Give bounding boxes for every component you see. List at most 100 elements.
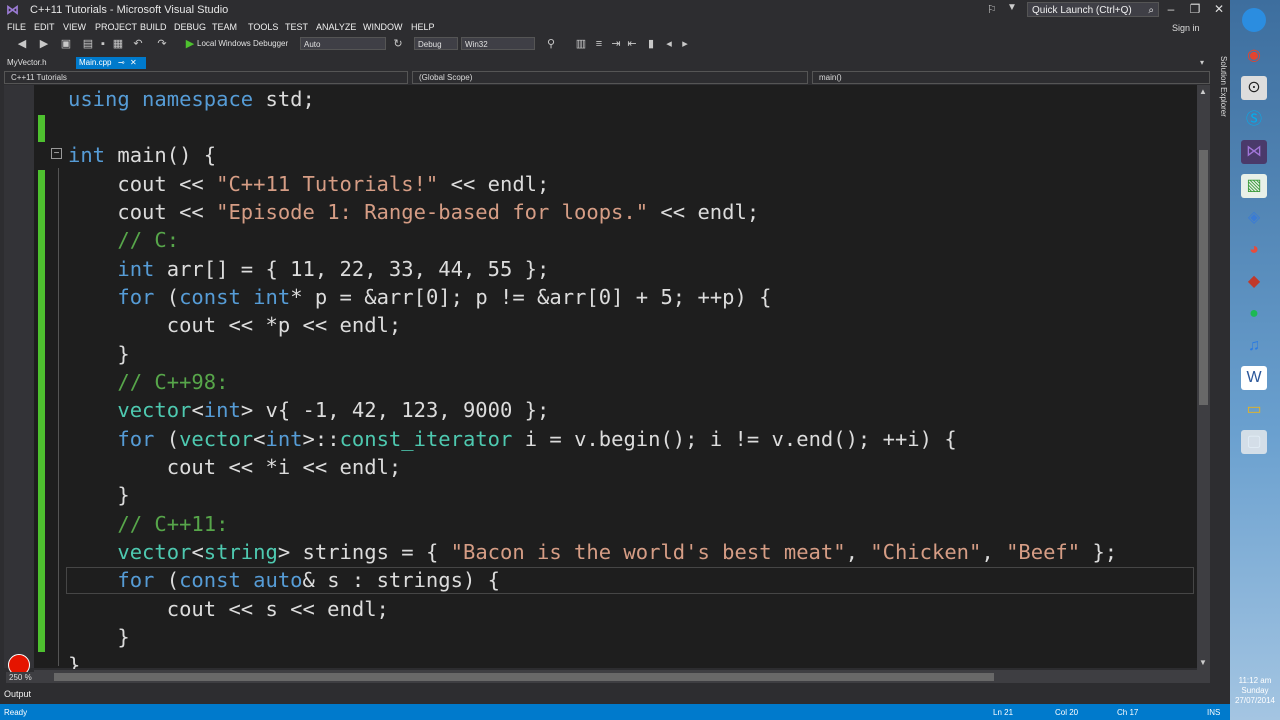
code-line[interactable]: cout << "Episode 1: Range-based for loop… bbox=[68, 198, 759, 226]
tab-myvector[interactable]: MyVector.h bbox=[4, 57, 50, 69]
image-viewer-icon[interactable]: ▧ bbox=[1241, 174, 1267, 198]
steam-icon[interactable]: ⊙ bbox=[1241, 76, 1267, 100]
skype-icon[interactable]: Ⓢ bbox=[1241, 108, 1267, 132]
quick-launch-input[interactable]: Quick Launch (Ctrl+Q) ⌕ bbox=[1027, 2, 1159, 17]
code-line[interactable]: for (vector<int>::const_iterator i = v.b… bbox=[68, 425, 956, 453]
layout-icon[interactable]: ▥ bbox=[575, 38, 587, 50]
menu-project[interactable]: PROJECT bbox=[95, 22, 137, 32]
clock-day: Sunday bbox=[1241, 686, 1269, 695]
clock-date: 27/07/2014 bbox=[1234, 696, 1276, 705]
scroll-up-icon[interactable]: ▲ bbox=[1199, 87, 1207, 96]
keyword: for bbox=[117, 427, 155, 451]
bookmark-icon[interactable]: ▮ bbox=[645, 38, 657, 50]
run-label[interactable]: Local Windows Debugger bbox=[197, 39, 288, 48]
menu-window[interactable]: WINDOW bbox=[363, 22, 403, 32]
output-tab-label[interactable]: Output bbox=[4, 689, 31, 699]
code-line[interactable]: } bbox=[68, 340, 129, 368]
function-nav-combo[interactable]: main() bbox=[812, 71, 1210, 84]
sign-in-link[interactable]: Sign in bbox=[1172, 23, 1200, 33]
code-line[interactable]: for (const int* p = &arr[0]; p != &arr[0… bbox=[68, 283, 771, 311]
close-button[interactable]: ✕ bbox=[1210, 2, 1228, 17]
horizontal-scroll-thumb[interactable] bbox=[54, 673, 994, 681]
outline-guide bbox=[58, 168, 59, 666]
game-icon[interactable]: ◆ bbox=[1241, 270, 1267, 294]
refresh-icon[interactable]: ↻ bbox=[392, 38, 404, 50]
scroll-down-icon[interactable]: ▼ bbox=[1199, 658, 1207, 667]
indent-icon[interactable]: ⇥ bbox=[610, 38, 622, 50]
new-project-icon[interactable]: ▣ bbox=[60, 38, 72, 50]
code-line[interactable]: } bbox=[68, 623, 129, 651]
start-debugging-icon[interactable]: ▶ bbox=[184, 38, 196, 50]
vertical-scroll-thumb[interactable] bbox=[1199, 150, 1208, 405]
menu-tools[interactable]: TOOLS bbox=[248, 22, 278, 32]
minimize-button[interactable]: – bbox=[1162, 2, 1180, 17]
code-line[interactable]: // C++11: bbox=[68, 510, 228, 538]
find-icon[interactable]: ⚲ bbox=[545, 38, 557, 50]
code-line[interactable]: // C++98: bbox=[68, 368, 228, 396]
taskbar-clock[interactable]: 11:12 am Sunday 27/07/2014 bbox=[1232, 676, 1278, 706]
code-line[interactable]: } bbox=[68, 651, 80, 669]
code-line[interactable]: } bbox=[68, 481, 129, 509]
word-icon[interactable]: W bbox=[1241, 366, 1267, 390]
code-line[interactable]: using namespace std; bbox=[68, 85, 315, 113]
redo-icon[interactable]: ↷ bbox=[156, 38, 168, 50]
visual-studio-icon[interactable]: ⋈ bbox=[1241, 140, 1267, 164]
menu-view[interactable]: VIEW bbox=[63, 22, 86, 32]
code-line[interactable]: vector<int> v{ -1, 42, 123, 9000 }; bbox=[68, 396, 549, 424]
tab-main[interactable]: Main.cpp ⊸ ✕ bbox=[76, 57, 146, 69]
code-line[interactable]: int main() { bbox=[68, 141, 216, 169]
forward-icon[interactable]: ▶ bbox=[38, 38, 50, 50]
menu-build[interactable]: BUILD bbox=[140, 22, 167, 32]
menu-team[interactable]: TEAM bbox=[212, 22, 237, 32]
align-icon[interactable]: ≡ bbox=[593, 38, 605, 50]
code-line[interactable]: cout << *i << endl; bbox=[68, 453, 402, 481]
menu-help[interactable]: HELP bbox=[411, 22, 435, 32]
code-line[interactable]: cout << "C++11 Tutorials!" << endl; bbox=[68, 170, 549, 198]
save-all-icon[interactable]: ▦ bbox=[112, 38, 124, 50]
menu-debug[interactable]: DEBUG bbox=[174, 22, 206, 32]
notification-flag-icon[interactable]: ⚐ bbox=[987, 3, 997, 16]
spotify-icon[interactable]: ● bbox=[1241, 302, 1267, 326]
close-tab-icon[interactable]: ✕ bbox=[130, 57, 137, 69]
zoom-level[interactable]: 250 % bbox=[6, 672, 35, 683]
scope-nav-combo[interactable]: (Global Scope) bbox=[412, 71, 808, 84]
restore-button[interactable]: ❐ bbox=[1186, 2, 1204, 17]
status-ready: Ready bbox=[4, 708, 28, 717]
menu-analyze[interactable]: ANALYZE bbox=[316, 22, 356, 32]
outdent-icon[interactable]: ⇤ bbox=[626, 38, 638, 50]
pin-icon[interactable]: ⊸ bbox=[118, 57, 125, 69]
file-explorer-icon[interactable]: ▭ bbox=[1241, 398, 1267, 422]
config-combo[interactable]: Debug bbox=[414, 37, 458, 50]
notepad-icon[interactable]: ▢ bbox=[1241, 430, 1267, 454]
solution-config-combo[interactable]: Auto bbox=[300, 37, 386, 50]
undo-icon[interactable]: ↶ bbox=[132, 38, 144, 50]
feedback-funnel-icon[interactable]: ▼ bbox=[1007, 2, 1017, 13]
code-line[interactable]: cout << *p << endl; bbox=[68, 311, 402, 339]
code-line[interactable]: for (const auto& s : strings) { bbox=[68, 566, 500, 594]
open-file-icon[interactable]: ▤ bbox=[82, 38, 94, 50]
prev-bookmark-icon[interactable]: ◂ bbox=[663, 38, 675, 50]
tab-overflow-icon[interactable]: ▾ bbox=[1200, 58, 1204, 67]
output-panel-tab bbox=[0, 686, 1210, 704]
code-line[interactable]: int arr[] = { 11, 22, 33, 44, 55 }; bbox=[68, 255, 549, 283]
editor-margin[interactable] bbox=[4, 85, 34, 668]
menu-edit[interactable]: EDIT bbox=[34, 22, 55, 32]
code-line[interactable]: // C: bbox=[68, 226, 179, 254]
project-nav-combo[interactable]: C++11 Tutorials bbox=[4, 71, 408, 84]
menu-file[interactable]: FILE bbox=[7, 22, 26, 32]
platform-combo[interactable]: Win32 bbox=[461, 37, 535, 50]
collapse-icon[interactable]: − bbox=[51, 148, 62, 159]
solution-explorer-tab[interactable]: Solution Explorer bbox=[1212, 56, 1228, 117]
python-icon[interactable]: ◈ bbox=[1241, 206, 1267, 230]
back-icon[interactable]: ◀ bbox=[16, 38, 28, 50]
owl-app-icon[interactable]: ◕ bbox=[1241, 238, 1267, 262]
code-line[interactable]: cout << s << endl; bbox=[68, 595, 389, 623]
chrome-icon[interactable]: ◉ bbox=[1241, 44, 1267, 68]
start-button-icon[interactable] bbox=[1242, 8, 1266, 32]
itunes-icon[interactable]: ♫ bbox=[1241, 334, 1267, 358]
next-bookmark-icon[interactable]: ▸ bbox=[679, 38, 691, 50]
menu-test[interactable]: TEST bbox=[285, 22, 308, 32]
save-icon[interactable]: ▪ bbox=[97, 38, 109, 50]
code-line[interactable]: vector<string> strings = { "Bacon is the… bbox=[68, 538, 1117, 566]
code-text: ( bbox=[154, 427, 180, 451]
